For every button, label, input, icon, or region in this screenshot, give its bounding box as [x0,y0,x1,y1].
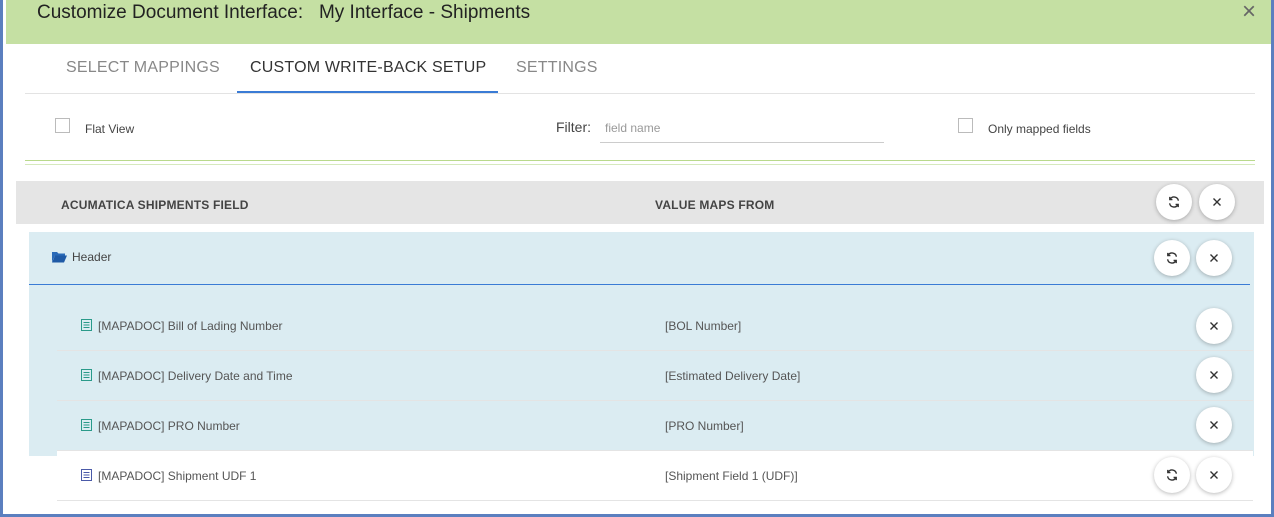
field-name: [MAPADOC] Bill of Lading Number [98,319,283,333]
flat-view-label: Flat View [85,122,135,136]
dialog-title: Customize Document Interface: My Interfa… [37,2,531,23]
close-icon [1210,371,1218,379]
clear-all-button[interactable] [1199,184,1235,220]
mapped-value: [Shipment Field 1 (UDF)] [665,469,798,483]
dialog-title-bar: Customize Document Interface: My Interfa… [6,0,1271,44]
column-header-value: VALUE MAPS FROM [655,198,775,212]
close-icon [1213,198,1221,206]
close-icon [1210,421,1218,429]
flat-view-checkbox[interactable] [55,118,70,133]
clear-mapping-button[interactable] [1196,457,1232,493]
tab-bar: SELECT MAPPINGS CUSTOM WRITE-BACK SETUP … [25,44,1255,94]
list-icon [81,469,92,481]
tab-settings[interactable]: SETTINGS [516,59,598,77]
group-reset-button[interactable] [1154,240,1190,276]
folder-open-icon [52,252,67,263]
clear-mapping-button[interactable] [1196,357,1232,393]
group-clear-button[interactable] [1196,240,1232,276]
table-row[interactable]: [MAPADOC] Delivery Date and Time [Estima… [57,351,1253,401]
list-icon [81,419,92,431]
close-icon [1210,471,1218,479]
refresh-icon [1166,469,1178,481]
clear-mapping-button[interactable] [1196,407,1232,443]
refresh-icon [1166,252,1178,264]
list-icon [81,319,92,331]
filter-input[interactable] [600,114,884,143]
refresh-icon [1168,196,1180,208]
column-header-field: ACUMATICA SHIPMENTS FIELD [61,198,249,212]
tab-custom-write-back-setup[interactable]: CUSTOM WRITE-BACK SETUP [250,59,486,77]
group-title: Header [72,250,112,264]
field-name: [MAPADOC] Shipment UDF 1 [98,469,257,483]
separator [25,160,1255,165]
grid-header: ACUMATICA SHIPMENTS FIELD VALUE MAPS FRO… [16,181,1264,224]
table-row[interactable]: [MAPADOC] Shipment UDF 1 [Shipment Field… [57,451,1253,501]
close-icon[interactable]: × [1242,0,1256,24]
clear-mapping-button[interactable] [1196,308,1232,344]
only-mapped-fields-label: Only mapped fields [988,122,1091,136]
reset-all-button[interactable] [1156,184,1192,220]
dialog-frame: Customize Document Interface: My Interfa… [0,0,1274,517]
close-icon [1210,322,1218,330]
tab-select-mappings[interactable]: SELECT MAPPINGS [66,59,220,77]
close-icon [1210,254,1218,262]
group-divider [29,284,1250,285]
table-row[interactable]: [MAPADOC] Bill of Lading Number [BOL Num… [57,301,1253,351]
table-row[interactable]: [MAPADOC] PRO Number [PRO Number] [57,401,1253,451]
reset-mapping-button[interactable] [1154,457,1190,493]
mapped-value: [Estimated Delivery Date] [665,369,801,383]
field-name: [MAPADOC] PRO Number [98,419,240,433]
mapped-value: [BOL Number] [665,319,742,333]
active-tab-indicator [237,91,498,93]
field-name: [MAPADOC] Delivery Date and Time [98,369,293,383]
list-icon [81,369,92,381]
filter-label: Filter: [556,119,591,135]
mapped-value: [PRO Number] [665,419,744,433]
only-mapped-fields-checkbox[interactable] [958,118,973,133]
